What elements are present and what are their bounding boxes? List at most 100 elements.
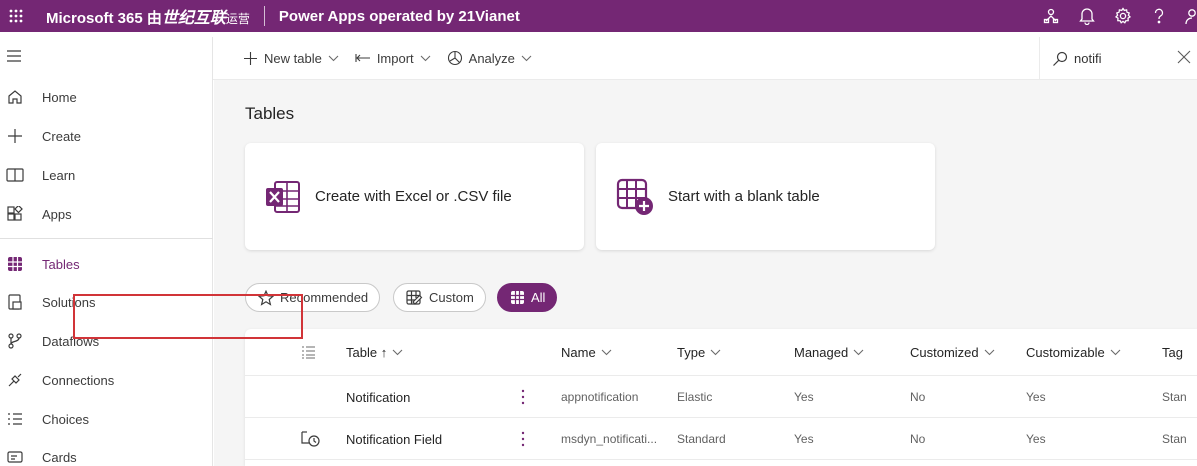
elastic-table-icon	[301, 418, 321, 460]
new-table-button[interactable]: New table	[235, 37, 347, 80]
analyze-label: Analyze	[468, 50, 515, 66]
all-grid-icon	[510, 290, 525, 305]
more-vertical-icon	[521, 389, 525, 405]
analyze-button[interactable]: Analyze	[439, 37, 540, 80]
nav-item-learn[interactable]: Learn	[0, 157, 213, 193]
cell-customizable: Yes	[1026, 432, 1046, 446]
table-row[interactable]: Notification Field msdyn_notificati... S…	[245, 418, 1197, 460]
help-button[interactable]	[1147, 0, 1170, 32]
main-content: Tables Create with Excel or .CSV file St…	[214, 80, 1197, 466]
book-icon	[6, 166, 24, 184]
search-icon	[1052, 51, 1068, 67]
column-header-managed[interactable]: Managed	[794, 329, 864, 376]
column-header-customizable[interactable]: Customizable	[1026, 329, 1121, 376]
brand-name[interactable]: Microsoft 365 由世纪互联运营	[46, 4, 250, 28]
column-label-managed: Managed	[794, 345, 849, 360]
custom-table-icon	[406, 289, 423, 306]
cell-tag: Stan	[1162, 432, 1187, 446]
bell-icon	[1078, 8, 1095, 25]
settings-button[interactable]	[1111, 0, 1134, 32]
cell-name: msdyn_notificati...	[561, 432, 658, 446]
gear-icon	[1114, 7, 1131, 24]
analyze-icon	[447, 50, 463, 66]
nav-item-choices[interactable]: Choices	[0, 401, 213, 437]
cell-table[interactable]: Notification	[346, 376, 410, 418]
filter-all[interactable]: All	[497, 283, 558, 312]
account-button[interactable]	[1183, 0, 1197, 32]
chevron-down-icon	[1110, 349, 1121, 356]
import-arrow-icon	[355, 52, 371, 64]
table-grid-icon	[6, 255, 24, 273]
chevron-down-icon	[392, 349, 403, 356]
plus-icon	[6, 127, 24, 145]
apps-icon	[6, 205, 24, 223]
import-button[interactable]: Import	[347, 37, 439, 80]
blank-table-icon	[616, 178, 654, 216]
excel-icon	[265, 180, 301, 214]
filter-label-custom: Custom	[429, 290, 474, 305]
environment-button[interactable]	[1039, 0, 1062, 32]
page-title: Tables	[245, 104, 295, 123]
nav-item-apps[interactable]: Apps	[0, 196, 213, 232]
row-more-button[interactable]	[521, 418, 525, 460]
row-more-button[interactable]	[521, 376, 525, 418]
column-header-tag[interactable]: Tag	[1162, 329, 1183, 376]
help-icon	[1154, 8, 1163, 24]
filter-recommended[interactable]: Recommended	[245, 283, 381, 312]
column-label-customized: Customized	[910, 345, 979, 360]
nav-label-choices: Choices	[42, 411, 89, 427]
tables-grid: Table ↑ Name Type Managed Customized Cus…	[245, 329, 1197, 466]
nav-item-connections[interactable]: Connections	[0, 362, 213, 398]
chevron-down-icon	[521, 55, 532, 62]
cell-customizable: Yes	[1026, 390, 1046, 404]
column-header-customized[interactable]: Customized	[910, 329, 995, 376]
blank-table-card[interactable]: Start with a blank table	[596, 143, 935, 250]
import-label: Import	[376, 50, 414, 66]
create-from-excel-card[interactable]: Create with Excel or .CSV file	[245, 143, 584, 250]
plus-icon	[243, 51, 258, 66]
column-header-type[interactable]: Type	[677, 329, 721, 376]
app-launcher-button[interactable]	[0, 0, 32, 32]
nav-label-connections: Connections	[42, 372, 115, 388]
filter-label-recommended: Recommended	[280, 290, 369, 305]
search-input[interactable]	[1074, 51, 1164, 66]
cell-managed: Yes	[794, 390, 814, 404]
list-options-icon	[302, 346, 315, 359]
nav-label-create: Create	[42, 128, 82, 144]
column-header-table[interactable]: Table ↑	[346, 329, 403, 376]
nav-item-home[interactable]: Home	[0, 79, 213, 115]
header-divider	[263, 6, 265, 26]
notifications-button[interactable]	[1075, 0, 1098, 32]
chevron-down-icon	[328, 55, 339, 62]
column-label-name: Name	[561, 345, 596, 360]
chevron-down-icon	[710, 349, 721, 356]
cell-customized: No	[910, 432, 926, 446]
left-navigation: Home Create Learn Apps Tables Solutions	[0, 37, 213, 466]
nav-item-dataflows[interactable]: Dataflows	[0, 323, 213, 359]
column-header-name[interactable]: Name	[561, 329, 612, 376]
card-label-blank: Start with a blank table	[668, 188, 820, 205]
nav-label-dataflows: Dataflows	[42, 333, 100, 349]
close-icon	[1177, 50, 1191, 64]
nav-label-learn: Learn	[42, 167, 76, 183]
collapse-nav-button[interactable]	[6, 49, 22, 66]
cell-table[interactable]: Notification Field	[346, 418, 442, 460]
cell-managed: Yes	[794, 432, 814, 446]
search-box[interactable]	[1039, 37, 1197, 80]
hamburger-icon	[7, 50, 21, 62]
nav-item-tables[interactable]: Tables	[0, 246, 213, 282]
clear-search-button[interactable]	[1177, 50, 1191, 64]
nav-item-solutions[interactable]: Solutions	[0, 284, 213, 320]
filter-custom[interactable]: Custom	[393, 283, 486, 312]
cell-type: Standard	[677, 432, 726, 446]
brand-suffix: 运营	[225, 12, 250, 26]
nav-item-cards[interactable]: Cards	[0, 439, 213, 466]
column-label-type: Type	[677, 345, 706, 360]
table-row[interactable]: Notification appnotification Elastic Yes…	[245, 376, 1197, 418]
chevron-down-icon	[853, 349, 864, 356]
brand-cn: 世纪互联	[161, 10, 226, 27]
nav-item-create[interactable]: Create	[0, 118, 213, 154]
chevron-down-icon	[601, 349, 612, 356]
column-options-button[interactable]	[301, 329, 316, 376]
app-title[interactable]: Power Apps operated by 21Vianet	[279, 8, 520, 25]
